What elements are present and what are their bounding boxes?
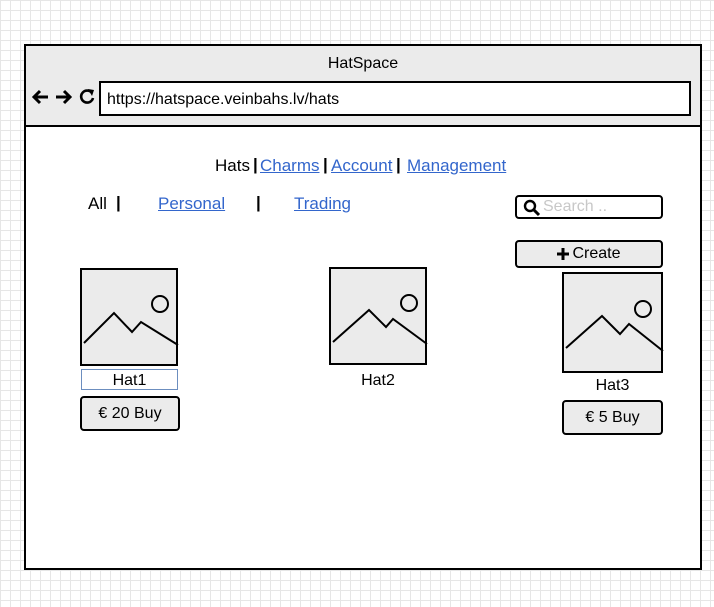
nav-account[interactable]: Account [331, 156, 392, 176]
buy-button-label: € 5 Buy [585, 409, 640, 426]
nav-charms[interactable]: Charms [260, 156, 320, 176]
product-name[interactable]: Hat1 [81, 369, 178, 390]
product-name[interactable]: Hat3 [562, 377, 663, 395]
address-bar-url: https://hatspace.veinbahs.lv/hats [107, 91, 340, 108]
buy-button[interactable]: € 5 Buy [562, 400, 663, 435]
nav-hats[interactable]: Hats [215, 156, 250, 176]
filter-personal[interactable]: Personal [158, 194, 225, 214]
browser-titlebar: HatSpace https://hatspace.veinbahs.lv/ha… [26, 46, 700, 127]
filter-separator: | [256, 193, 261, 212]
product-name[interactable]: Hat2 [329, 372, 427, 390]
reload-icon[interactable] [78, 88, 96, 106]
search-input[interactable] [543, 198, 655, 216]
plus-icon [557, 248, 570, 260]
nav-management[interactable]: Management [407, 156, 506, 176]
window-title: HatSpace [327, 55, 399, 72]
image-placeholder-icon [80, 268, 179, 366]
back-arrow-icon[interactable] [31, 88, 50, 106]
filter-all[interactable]: All [88, 194, 107, 214]
image-placeholder-icon [562, 272, 664, 373]
create-button-label: Create [572, 245, 621, 262]
forward-arrow-icon[interactable] [54, 88, 73, 106]
create-button[interactable]: Create [515, 240, 663, 268]
buy-button[interactable]: € 20 Buy [80, 396, 180, 431]
search-box[interactable] [515, 195, 663, 219]
filter-trading[interactable]: Trading [294, 194, 351, 214]
address-bar[interactable]: https://hatspace.veinbahs.lv/hats [99, 81, 691, 116]
nav-separator: | [253, 155, 258, 174]
nav-separator: | [396, 155, 401, 174]
search-icon [523, 199, 541, 222]
nav-separator: | [323, 155, 328, 174]
buy-button-label: € 20 Buy [98, 405, 162, 422]
browser-window: HatSpace https://hatspace.veinbahs.lv/ha… [24, 44, 702, 570]
image-placeholder-icon [329, 267, 428, 365]
filter-separator: | [116, 193, 121, 212]
